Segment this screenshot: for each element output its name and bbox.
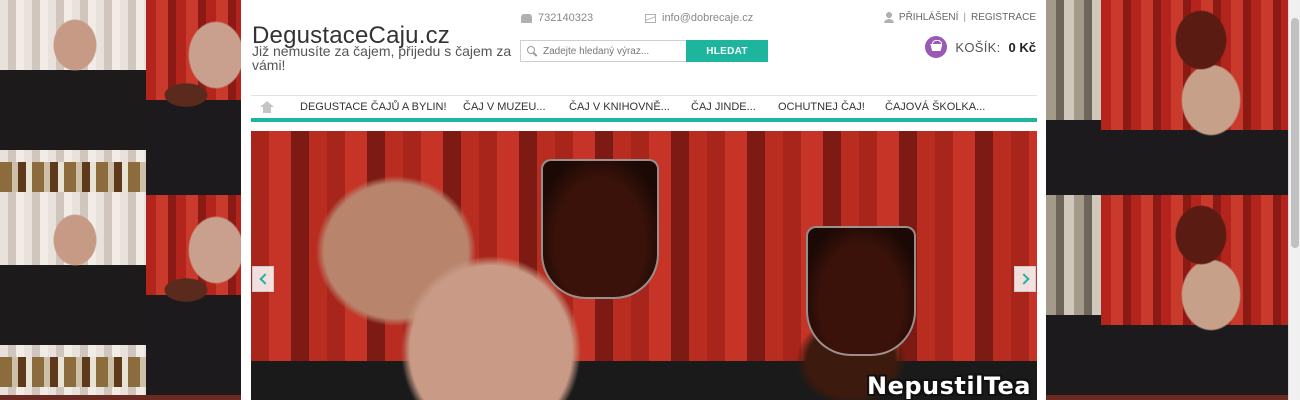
background-photo (0, 0, 150, 200)
background-photo (146, 0, 241, 200)
nav-item-skolka[interactable]: ČAJOVÁ ŠKOLKA... (885, 101, 985, 113)
register-link[interactable]: REGISTRACE (971, 12, 1036, 23)
user-links: PŘIHLÁŠENÍ | REGISTRACE (883, 12, 1036, 23)
site-tagline: Již nemusíte za čajem, přijedu s čajem z… (252, 43, 512, 73)
scrollbar-thumb[interactable] (1291, 18, 1299, 248)
nav-item-knihovna[interactable]: ČAJ V KNIHOVNĚ... (569, 101, 691, 113)
slider-caption: NepustilTea (867, 372, 1031, 400)
search-icon (527, 46, 537, 56)
search-button[interactable]: HLEDAT (686, 40, 768, 62)
contact-phone: 732140323 (521, 12, 593, 24)
contact-email[interactable]: info@dobrecaje.cz (645, 12, 753, 24)
teapot-image (806, 226, 916, 356)
slider-prev-button[interactable] (252, 266, 274, 292)
nav-item-jinde[interactable]: ČAJ JINDE... (691, 101, 778, 113)
hero-slider[interactable]: NepustilTea (251, 131, 1037, 400)
cart-label[interactable]: KOŠÍK: (955, 40, 1000, 55)
link-separator: | (963, 12, 966, 23)
teapot-image (541, 159, 659, 299)
search-input[interactable] (543, 45, 673, 57)
background-photo (1046, 195, 1102, 395)
page-scrollbar[interactable] (1288, 0, 1300, 400)
main-content: DegustaceCaju.cz Již nemusíte za čajem, … (241, 0, 1046, 400)
basket-icon[interactable] (925, 36, 948, 58)
phone-number: 732140323 (538, 12, 594, 24)
background-photo (1101, 195, 1288, 395)
chevron-right-icon (1017, 273, 1030, 285)
nav-item-muzeum[interactable]: ČAJ V MUZEU... (463, 101, 569, 113)
background-photo (1046, 0, 1102, 200)
cart[interactable]: KOŠÍK: 0 Kč (925, 36, 1036, 58)
email-address[interactable]: info@dobrecaje.cz (662, 12, 753, 24)
phone-icon (521, 13, 532, 23)
main-navigation: DEGUSTACE ČAJŮ A BYLIN! ČAJ V MUZEU... Č… (251, 95, 1037, 122)
search-box (520, 40, 687, 62)
slider-next-button[interactable] (1014, 266, 1036, 292)
user-icon (883, 12, 894, 23)
cart-price[interactable]: 0 Kč (1009, 40, 1036, 55)
nav-item-ochutnej[interactable]: OCHUTNEJ ČAJ! (778, 101, 885, 113)
background-photo (1101, 0, 1288, 200)
mail-icon (645, 13, 656, 23)
home-icon[interactable] (260, 101, 274, 113)
background-photo (0, 195, 150, 395)
background-photo (146, 195, 241, 395)
chevron-left-icon (258, 273, 271, 285)
nav-item-degustace[interactable]: DEGUSTACE ČAJŮ A BYLIN! (300, 101, 463, 113)
login-link[interactable]: PŘIHLÁŠENÍ (899, 12, 958, 23)
